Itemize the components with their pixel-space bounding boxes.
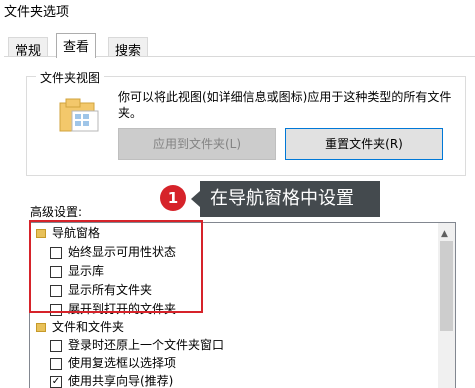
callout-pointer: [191, 191, 200, 207]
tree-node-label: 文件和文件夹: [52, 320, 125, 334]
checkbox[interactable]: [50, 358, 62, 370]
step-number-badge: 1: [160, 185, 186, 211]
tab-search[interactable]: 搜索: [108, 37, 149, 59]
reset-folders-button[interactable]: 重置文件夹(R): [285, 128, 443, 160]
title-bar: 文件夹选项: [0, 0, 475, 22]
option-label: 使用共享向导(推荐): [68, 374, 174, 388]
folder-view-description: 你可以将此视图(如详细信息或图标)应用于这种类型的所有文件夹。: [118, 90, 452, 120]
scroll-up-icon[interactable]: ▲: [441, 229, 448, 239]
navigation-pane-highlight: [29, 220, 203, 313]
tab-general[interactable]: 常规: [8, 37, 49, 59]
tab-view[interactable]: 查看: [56, 33, 97, 58]
apply-to-folders-button[interactable]: 应用到文件夹(L): [118, 128, 276, 160]
option-label: 登录时还原上一个文件夹窗口: [68, 338, 225, 352]
folder-view-label: 文件夹视图: [36, 69, 105, 86]
vertical-scrollbar[interactable]: ▲: [438, 223, 455, 388]
folder-view-icon: [59, 98, 99, 132]
option-label: 使用复选框以选择项: [68, 356, 177, 370]
checkbox-checked[interactable]: ✓: [50, 376, 62, 388]
advanced-settings-label: 高级设置:: [30, 205, 83, 219]
window-title: 文件夹选项: [4, 5, 70, 20]
scrollbar-thumb[interactable]: [440, 241, 453, 331]
checkbox[interactable]: [50, 340, 62, 352]
annotation-callout: 1 在导航窗格中设置: [160, 181, 380, 217]
tab-strip: 常规 查看 搜索: [0, 33, 475, 59]
callout-text: 在导航窗格中设置: [200, 181, 380, 217]
folder-node-icon: [36, 323, 46, 332]
